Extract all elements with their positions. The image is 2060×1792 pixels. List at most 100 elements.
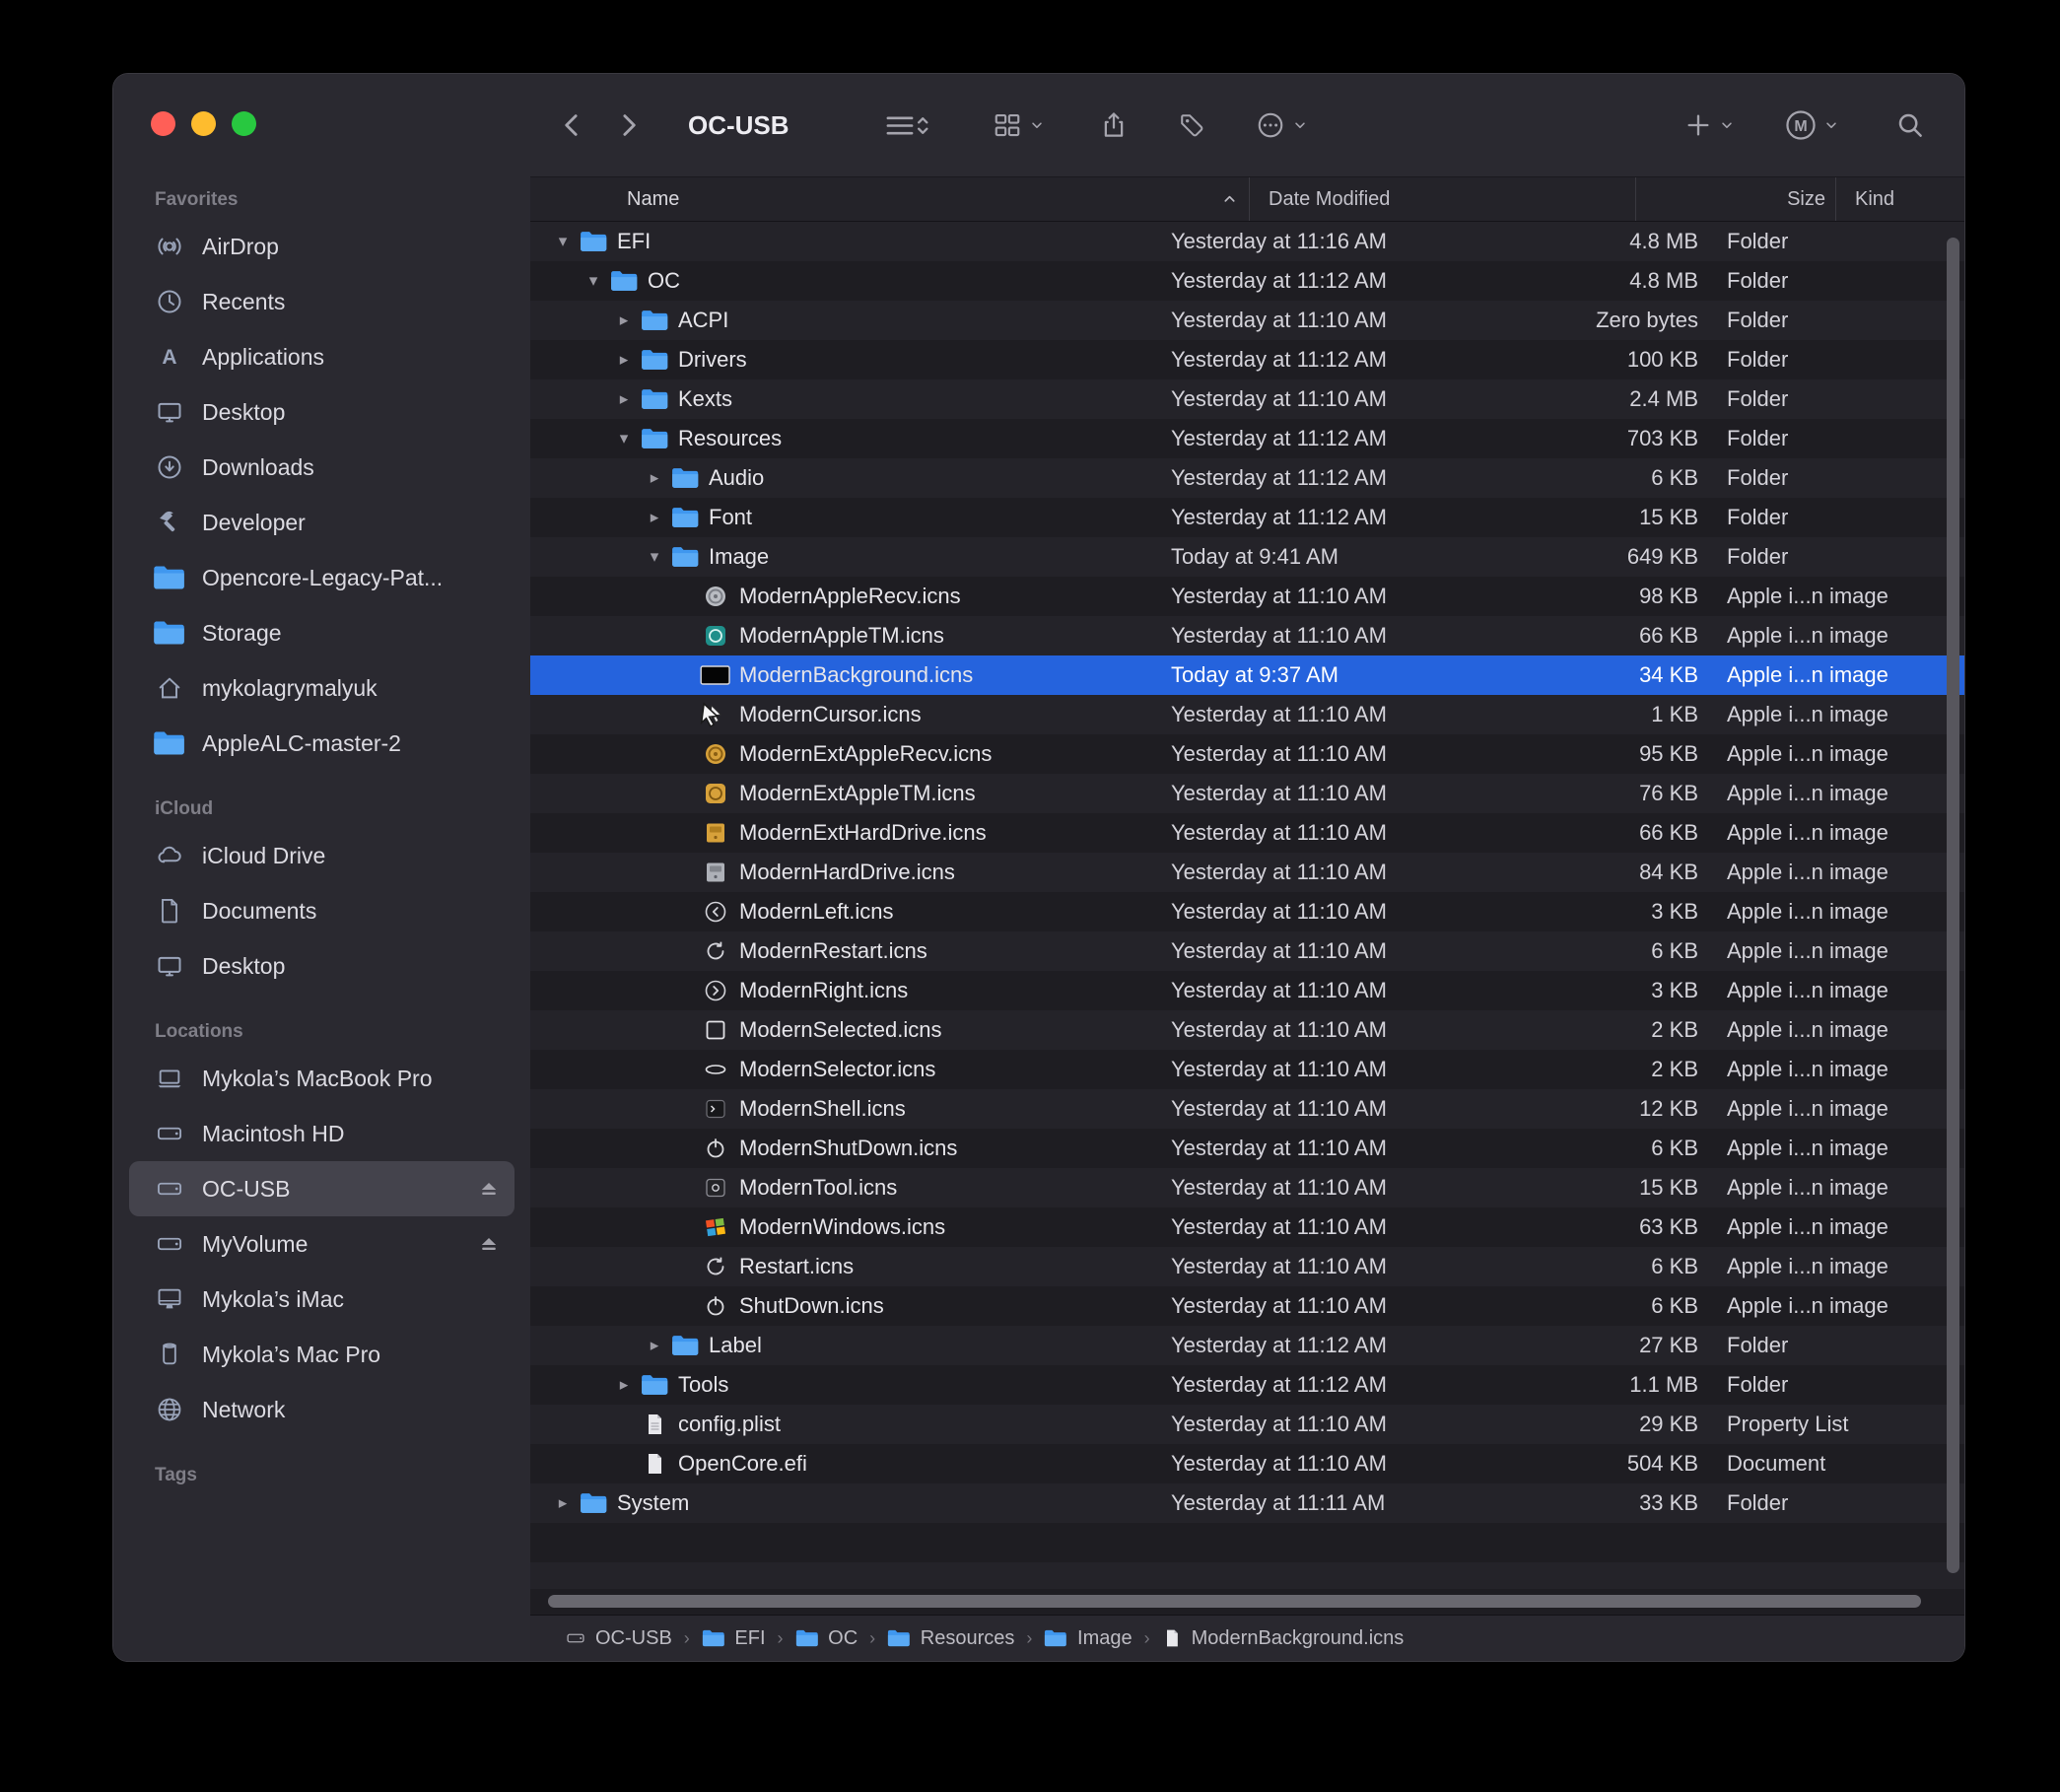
file-row-modernrestart-icns[interactable]: ModernRestart.icnsYesterday at 11:10 AM6… [530, 931, 1964, 971]
file-row-modernselected-icns[interactable]: ModernSelected.icnsYesterday at 11:10 AM… [530, 1010, 1964, 1050]
file-row-modernleft-icns[interactable]: ModernLeft.icnsYesterday at 11:10 AM3 KB… [530, 892, 1964, 931]
sidebar-item-mykola-s-mac-pro[interactable]: Mykola’s Mac Pro [129, 1327, 515, 1382]
sidebar-item-developer[interactable]: Developer [129, 495, 515, 550]
disclosure-triangle[interactable]: ▾ [640, 547, 669, 567]
file-size: 76 KB [1519, 781, 1708, 806]
file-row-modernwindows-icns[interactable]: ModernWindows.icnsYesterday at 11:10 AM6… [530, 1207, 1964, 1247]
sidebar-item-mykola-s-imac[interactable]: Mykola’s iMac [129, 1272, 515, 1327]
path-item-oc-usb[interactable]: OC-USB [566, 1627, 672, 1650]
file-row-modernright-icns[interactable]: ModernRight.icnsYesterday at 11:10 AM3 K… [530, 971, 1964, 1010]
sidebar-item-applealc-master-2[interactable]: AppleALC-master-2 [129, 716, 515, 771]
disclosure-triangle[interactable]: ▸ [609, 1375, 639, 1395]
disclosure-triangle[interactable]: ▸ [609, 310, 639, 330]
eject-icon[interactable] [477, 1177, 501, 1201]
file-row-system[interactable]: ▸SystemYesterday at 11:11 AM33 KBFolder [530, 1483, 1964, 1523]
close-window-button[interactable] [151, 111, 175, 136]
zoom-window-button[interactable] [232, 111, 256, 136]
file-row-modernbackground-icns[interactable]: ModernBackground.icnsToday at 9:37 AM34 … [530, 655, 1964, 695]
file-row-restart-icns[interactable]: Restart.icnsYesterday at 11:10 AM6 KBApp… [530, 1247, 1964, 1286]
file-row-image[interactable]: ▾ImageToday at 9:41 AM649 KBFolder [530, 537, 1964, 577]
disclosure-triangle[interactable]: ▾ [548, 232, 578, 251]
disclosure-triangle[interactable]: ▸ [609, 389, 639, 409]
path-item-modernbackground-icns[interactable]: ModernBackground.icns [1162, 1627, 1405, 1650]
sidebar-item-opencore-legacy-pat[interactable]: Opencore-Legacy-Pat... [129, 550, 515, 605]
file-name: ModernAppleRecv.icns [739, 584, 961, 609]
file-row-modernapplerecv-icns[interactable]: ModernAppleRecv.icnsYesterday at 11:10 A… [530, 577, 1964, 616]
user-menu-button[interactable]: M [1785, 109, 1838, 141]
file-name: ShutDown.icns [739, 1293, 884, 1319]
sidebar-item-downloads[interactable]: Downloads [129, 440, 515, 495]
file-row-moderntool-icns[interactable]: ModernTool.icnsYesterday at 11:10 AM15 K… [530, 1168, 1964, 1207]
file-row-modernextharddrive-icns[interactable]: ModernExtHardDrive.icnsYesterday at 11:1… [530, 813, 1964, 853]
minimize-window-button[interactable] [191, 111, 216, 136]
vertical-scrollbar[interactable] [1947, 238, 1959, 1573]
file-size: 504 KB [1519, 1451, 1708, 1477]
more-actions-button[interactable] [1256, 110, 1307, 140]
path-item-oc[interactable]: OC [795, 1627, 858, 1650]
new-item-button[interactable] [1684, 111, 1734, 139]
file-row-font[interactable]: ▸FontYesterday at 11:12 AM15 KBFolder [530, 498, 1964, 537]
sidebar-item-mykola-s-macbook-pro[interactable]: Mykola’s MacBook Pro [129, 1051, 515, 1106]
eject-icon[interactable] [477, 1232, 501, 1256]
disclosure-triangle[interactable]: ▸ [640, 508, 669, 527]
share-button[interactable] [1099, 110, 1129, 140]
path-item-efi[interactable]: EFI [702, 1627, 766, 1650]
sidebar-item-recents[interactable]: Recents [129, 274, 515, 329]
sidebar-item-desktop[interactable]: Desktop [129, 384, 515, 440]
file-row-shutdown-icns[interactable]: ShutDown.icnsYesterday at 11:10 AM6 KBAp… [530, 1286, 1964, 1326]
sidebar-item-applications[interactable]: AApplications [129, 329, 515, 384]
disclosure-triangle[interactable]: ▾ [609, 429, 639, 448]
file-row-label[interactable]: ▸LabelYesterday at 11:12 AM27 KBFolder [530, 1326, 1964, 1365]
path-separator: › [778, 1628, 784, 1649]
file-row-modernharddrive-icns[interactable]: ModernHardDrive.icnsYesterday at 11:10 A… [530, 853, 1964, 892]
file-row-modernappletm-icns[interactable]: ModernAppleTM.icnsYesterday at 11:10 AM6… [530, 616, 1964, 655]
file-row-modernshutdown-icns[interactable]: ModernShutDown.icnsYesterday at 11:10 AM… [530, 1129, 1964, 1168]
sidebar-item-network[interactable]: Network [129, 1382, 515, 1437]
path-item-image[interactable]: Image [1044, 1627, 1132, 1650]
sidebar-item-oc-usb[interactable]: OC-USB [129, 1161, 515, 1216]
sidebar-item-macintosh-hd[interactable]: Macintosh HD [129, 1106, 515, 1161]
horizontal-scrollbar[interactable] [548, 1595, 1921, 1608]
search-button[interactable] [1895, 110, 1925, 140]
sidebar-item-icloud-drive[interactable]: iCloud Drive [129, 828, 515, 883]
file-row-modernextapplerecv-icns[interactable]: ModernExtAppleRecv.icnsYesterday at 11:1… [530, 734, 1964, 774]
file-row-modernextappletm-icns[interactable]: ModernExtAppleTM.icnsYesterday at 11:10 … [530, 774, 1964, 813]
column-header-name[interactable]: Name [530, 177, 1250, 221]
file-row-modernshell-icns[interactable]: ModernShell.icnsYesterday at 11:10 AM12 … [530, 1089, 1964, 1129]
file-row-efi[interactable]: ▾EFIYesterday at 11:16 AM4.8 MBFolder [530, 222, 1964, 261]
file-row-config-plist[interactable]: config.plistYesterday at 11:10 AM29 KBPr… [530, 1405, 1964, 1444]
path-item-resources[interactable]: Resources [887, 1627, 1014, 1650]
sidebar-item-airdrop[interactable]: AirDrop [129, 219, 515, 274]
disclosure-triangle[interactable]: ▸ [640, 1336, 669, 1355]
sidebar-item-desktop[interactable]: Desktop [129, 938, 515, 994]
disclosure-triangle[interactable]: ▾ [579, 271, 608, 291]
group-by-button[interactable] [993, 110, 1044, 140]
back-button[interactable] [558, 110, 587, 140]
sidebar-item-myvolume[interactable]: MyVolume [129, 1216, 515, 1272]
disclosure-triangle[interactable]: ▸ [609, 350, 639, 370]
sidebar-item-documents[interactable]: Documents [129, 883, 515, 938]
windows-icon [700, 1215, 731, 1239]
forward-button[interactable] [613, 110, 643, 140]
sidebar-item-label: Desktop [202, 399, 501, 426]
file-row-opencore-efi[interactable]: OpenCore.efiYesterday at 11:10 AM504 KBD… [530, 1444, 1964, 1483]
column-header-kind[interactable]: Kind [1836, 177, 1964, 221]
column-header-date-modified[interactable]: Date Modified [1250, 177, 1636, 221]
column-header-size[interactable]: Size [1636, 177, 1836, 221]
tags-button[interactable] [1178, 111, 1206, 140]
disclosure-triangle[interactable]: ▸ [640, 468, 669, 488]
sidebar-item-storage[interactable]: Storage [129, 605, 515, 660]
file-row-modernselector-icns[interactable]: ModernSelector.icnsYesterday at 11:10 AM… [530, 1050, 1964, 1089]
file-row-kexts[interactable]: ▸KextsYesterday at 11:10 AM2.4 MBFolder [530, 379, 1964, 419]
file-row-resources[interactable]: ▾ResourcesYesterday at 11:12 AM703 KBFol… [530, 419, 1964, 458]
file-row-oc[interactable]: ▾OCYesterday at 11:12 AM4.8 MBFolder [530, 261, 1964, 301]
file-row-acpi[interactable]: ▸ACPIYesterday at 11:10 AMZero bytesFold… [530, 301, 1964, 340]
file-row-drivers[interactable]: ▸DriversYesterday at 11:12 AM100 KBFolde… [530, 340, 1964, 379]
disclosure-triangle[interactable]: ▸ [548, 1493, 578, 1513]
file-row-moderncursor-icns[interactable]: ModernCursor.icnsYesterday at 11:10 AM1 … [530, 695, 1964, 734]
file-row-audio[interactable]: ▸AudioYesterday at 11:12 AM6 KBFolder [530, 458, 1964, 498]
sidebar-item-mykolagrymalyuk[interactable]: mykolagrymalyuk [129, 660, 515, 716]
file-row-tools[interactable]: ▸ToolsYesterday at 11:12 AM1.1 MBFolder [530, 1365, 1964, 1405]
view-as-list-button[interactable] [884, 110, 929, 141]
file-kind: Apple i...n image [1708, 1175, 1964, 1201]
